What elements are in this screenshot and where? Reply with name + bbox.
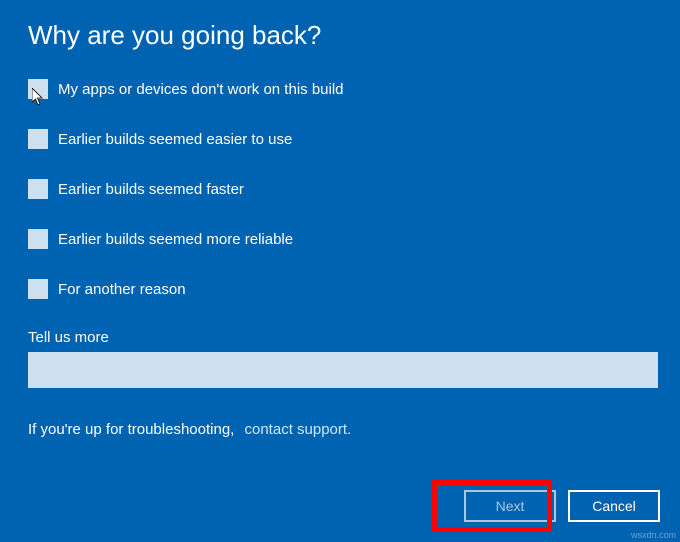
option-another-reason[interactable]: For another reason — [28, 279, 652, 299]
option-label: For another reason — [58, 281, 186, 298]
option-label: Earlier builds seemed more reliable — [58, 231, 293, 248]
next-button[interactable]: Next — [464, 490, 556, 522]
attribution-text: wsxdn.com — [631, 530, 676, 540]
option-reliable[interactable]: Earlier builds seemed more reliable — [28, 229, 652, 249]
tell-more-label: Tell us more — [28, 329, 652, 346]
checkbox-icon[interactable] — [28, 79, 48, 99]
option-label: Earlier builds seemed faster — [58, 181, 244, 198]
contact-support-link[interactable]: contact support. — [245, 421, 352, 438]
support-text: If you're up for troubleshooting, contac… — [28, 421, 652, 438]
option-label: My apps or devices don't work on this bu… — [58, 81, 344, 98]
support-prefix: If you're up for troubleshooting, — [28, 421, 234, 438]
cancel-button[interactable]: Cancel — [568, 490, 660, 522]
checkbox-icon[interactable] — [28, 229, 48, 249]
checkbox-icon[interactable] — [28, 279, 48, 299]
tell-more-input[interactable] — [28, 352, 658, 388]
page-title: Why are you going back? — [28, 20, 652, 51]
option-easier[interactable]: Earlier builds seemed easier to use — [28, 129, 652, 149]
checkbox-icon[interactable] — [28, 129, 48, 149]
option-faster[interactable]: Earlier builds seemed faster — [28, 179, 652, 199]
checkbox-icon[interactable] — [28, 179, 48, 199]
option-apps-devices[interactable]: My apps or devices don't work on this bu… — [28, 79, 652, 99]
option-label: Earlier builds seemed easier to use — [58, 131, 292, 148]
